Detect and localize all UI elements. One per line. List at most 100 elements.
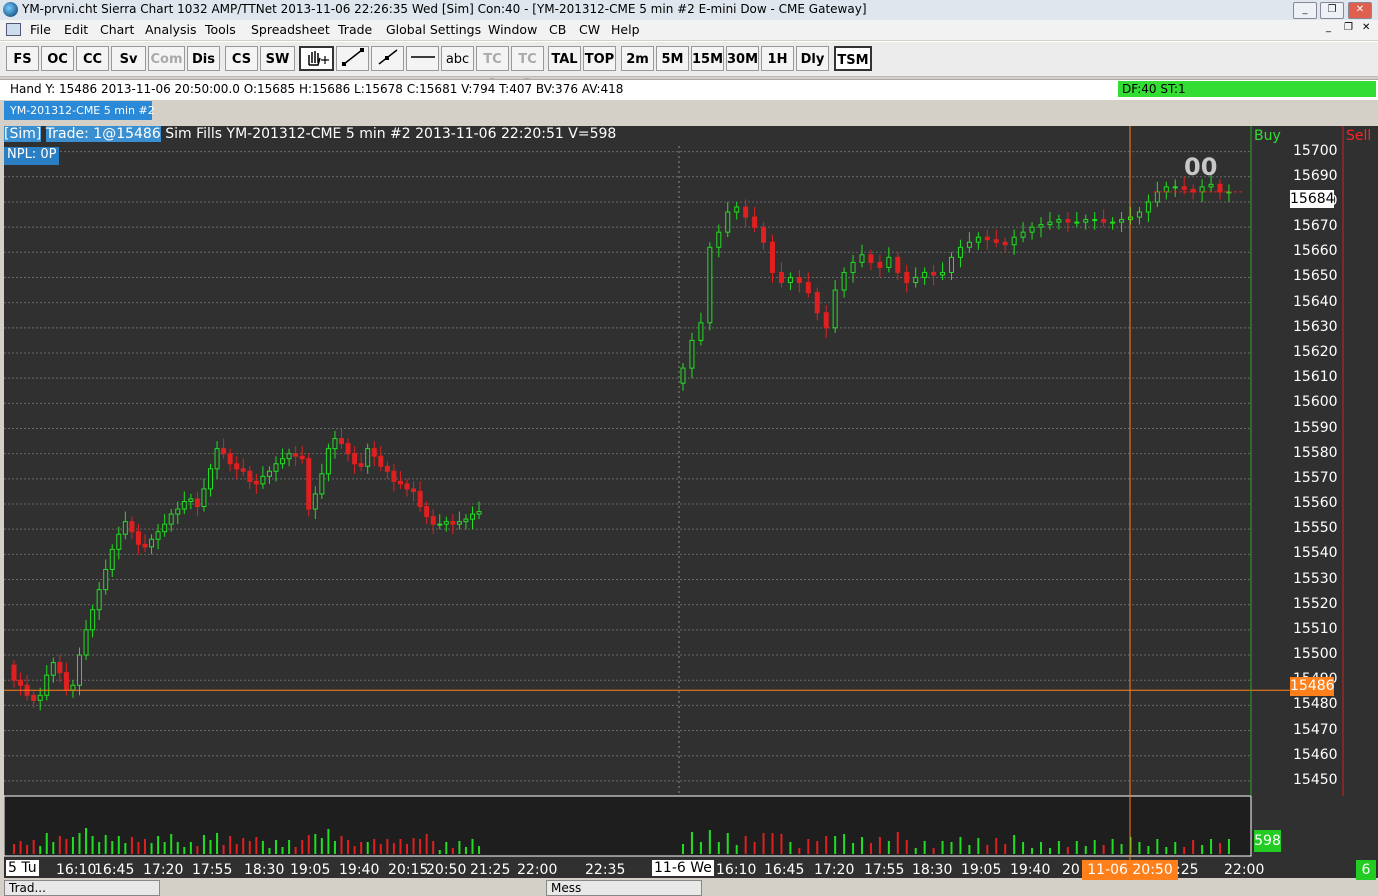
- com-button[interactable]: Com: [148, 46, 185, 71]
- volume-bar: [914, 848, 917, 854]
- text-tool-button[interactable]: abc: [441, 46, 474, 71]
- candle-body: [31, 694, 37, 701]
- candle-body: [266, 470, 272, 477]
- inner-restore-button[interactable]: ❐: [1344, 22, 1353, 33]
- candle-body: [332, 438, 338, 450]
- menu-window[interactable]: Window: [488, 22, 537, 37]
- sell-column-label[interactable]: Sell: [1346, 128, 1371, 144]
- volume-bar: [1120, 844, 1123, 854]
- time-tick-label: 20:15: [388, 862, 429, 878]
- volume-bar: [753, 842, 756, 854]
- cc-button[interactable]: CC: [76, 46, 109, 71]
- tc2-button[interactable]: TC 2: [511, 46, 544, 92]
- top-button[interactable]: TOP: [583, 46, 616, 71]
- menu-help[interactable]: Help: [611, 22, 640, 37]
- close-button[interactable]: ✕: [1348, 2, 1372, 19]
- buy-column-label[interactable]: Buy: [1254, 128, 1281, 144]
- menu-file[interactable]: File: [30, 22, 51, 37]
- price-tick-label: 15500: [1293, 646, 1338, 663]
- volume-bar: [91, 836, 94, 854]
- chart-region[interactable]: [4, 126, 1378, 878]
- volume-bar: [682, 844, 684, 854]
- menu-trade[interactable]: Trade: [338, 22, 372, 37]
- sv-button[interactable]: Sv: [111, 46, 146, 71]
- candle-body: [1163, 186, 1169, 193]
- title-bar: YM-prvni.cht Sierra Chart 1032 AMP/TTNet…: [0, 0, 1378, 21]
- tsm-button[interactable]: TSM: [834, 46, 872, 71]
- side-count: 6: [1356, 860, 1376, 880]
- menu-cb[interactable]: CB: [549, 22, 566, 37]
- candle-body: [476, 511, 482, 515]
- period-15m-button[interactable]: 15M: [691, 46, 724, 71]
- volume-bar: [1057, 841, 1060, 854]
- system-menu-icon[interactable]: [6, 23, 21, 36]
- minimized-message-window[interactable]: Mess: [546, 880, 702, 896]
- price-tick-label: 15660: [1293, 243, 1338, 260]
- restore-button[interactable]: ❐: [1320, 2, 1344, 19]
- candle-body: [1101, 219, 1107, 223]
- volume-bar: [392, 843, 395, 854]
- period-daily-button[interactable]: Dly: [796, 46, 829, 71]
- volume-bar: [471, 839, 474, 854]
- dis-button[interactable]: Dis: [187, 46, 220, 71]
- volume-bar: [235, 844, 238, 854]
- volume-bar: [869, 843, 872, 854]
- candle-body: [877, 261, 883, 268]
- volume-bar: [1102, 845, 1105, 854]
- volume-bar: [445, 842, 448, 854]
- candle-body: [109, 548, 115, 570]
- volume-bar: [438, 850, 441, 854]
- candle-body: [913, 276, 919, 284]
- menu-global-settings[interactable]: Global Settings: [386, 22, 481, 37]
- period-30m-button[interactable]: 30M: [726, 46, 759, 71]
- tc1-button[interactable]: TC 1: [476, 46, 509, 92]
- inner-minimize-button[interactable]: _: [1326, 22, 1331, 33]
- menu-chart[interactable]: Chart: [100, 22, 134, 37]
- volume-bar: [861, 837, 863, 854]
- minimize-button[interactable]: _: [1293, 2, 1317, 19]
- line-tool-button[interactable]: [336, 46, 369, 71]
- horizontal-line-button[interactable]: [406, 46, 439, 71]
- time-tick-label: 19:05: [961, 862, 1002, 878]
- volume-bar: [216, 833, 219, 854]
- candlestick-chart[interactable]: [4, 126, 1378, 878]
- volume-bar: [137, 842, 140, 854]
- menu-edit[interactable]: Edit: [64, 22, 88, 37]
- price-tick-label: 15540: [1293, 545, 1338, 562]
- volume-bar: [825, 836, 828, 854]
- candle-body: [90, 609, 96, 631]
- fs-button[interactable]: FS: [6, 46, 39, 71]
- volume-bar: [717, 842, 720, 854]
- menu-spreadsheet[interactable]: Spreadsheet: [251, 22, 330, 37]
- candle-body: [437, 523, 443, 526]
- candle-body: [50, 662, 56, 676]
- sw-button[interactable]: SW: [260, 46, 295, 71]
- ray-tool-button[interactable]: [371, 46, 404, 71]
- period-1h-button[interactable]: 1H: [761, 46, 794, 71]
- time-tick-label: 20: [1062, 862, 1080, 878]
- menu-cw[interactable]: CW: [579, 22, 600, 37]
- menu-tools[interactable]: Tools: [205, 22, 236, 37]
- volume-bar: [905, 840, 908, 854]
- minimized-message-label: Mess: [551, 881, 582, 895]
- candle-body: [940, 271, 946, 276]
- cs-button[interactable]: CS: [225, 46, 258, 71]
- volume-bar: [386, 839, 389, 854]
- minimized-trade-window[interactable]: Trad...: [4, 880, 160, 896]
- current-price-label: 15684: [1290, 190, 1335, 208]
- volume-bar: [209, 840, 212, 854]
- hand-tool-button[interactable]: [299, 46, 334, 71]
- tal-button[interactable]: TAL: [548, 46, 581, 71]
- candle-body: [725, 211, 731, 233]
- time-tick-label: 18:30: [244, 862, 285, 878]
- price-tick-label: 15450: [1293, 771, 1338, 788]
- tab-chart-active[interactable]: YM-201312-CME 5 min #2: [4, 101, 155, 120]
- inner-close-button[interactable]: ✕: [1362, 22, 1370, 33]
- period-2m-button[interactable]: 2m: [621, 46, 654, 71]
- menu-analysis[interactable]: Analysis: [145, 22, 197, 37]
- time-tick-label: 21:25: [470, 862, 511, 878]
- candle-body: [895, 256, 901, 273]
- volume-bar: [170, 834, 173, 854]
- oc-button[interactable]: OC: [41, 46, 74, 71]
- period-5m-button[interactable]: 5M: [656, 46, 689, 71]
